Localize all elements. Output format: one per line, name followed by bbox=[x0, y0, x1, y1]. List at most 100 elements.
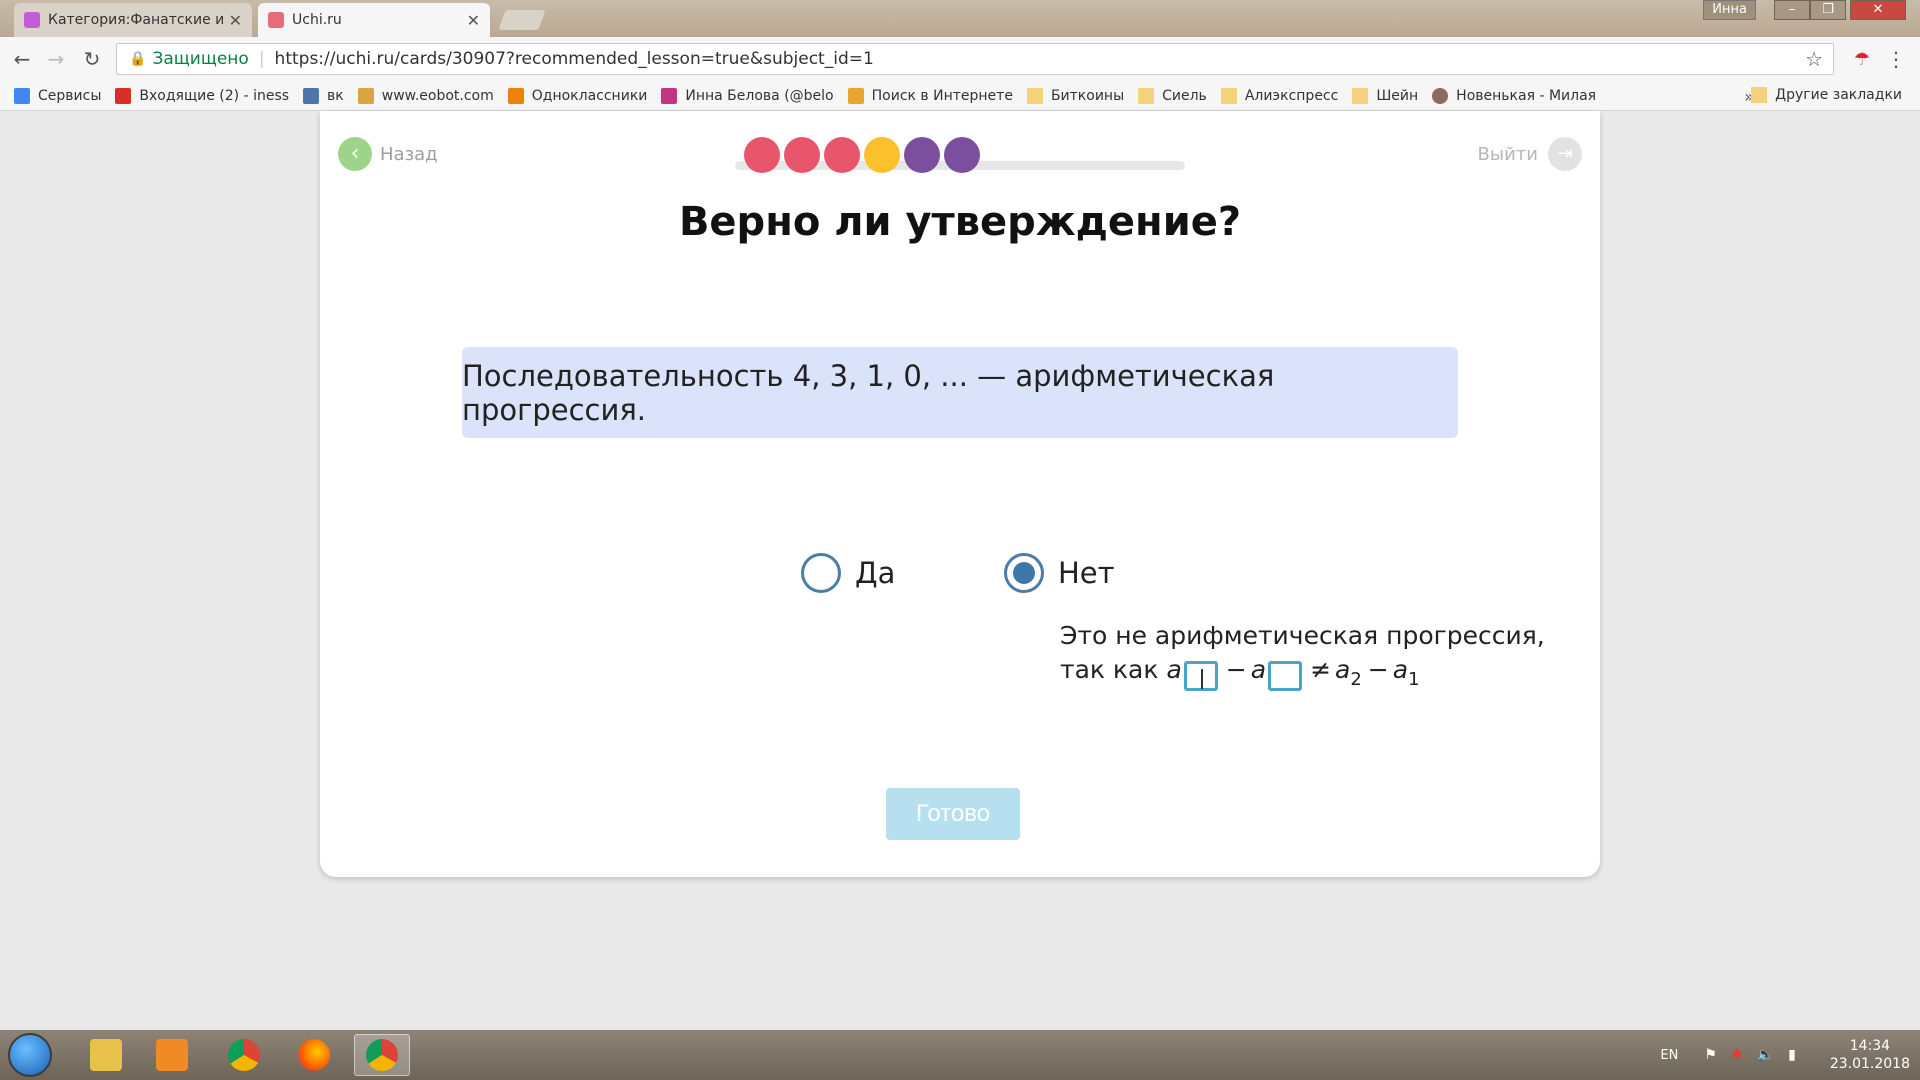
bookmark-item[interactable]: вк bbox=[303, 87, 344, 104]
bookmark-item[interactable]: Сиель bbox=[1138, 87, 1207, 104]
bookmark-item[interactable]: Одноклассники bbox=[507, 87, 648, 104]
maximize-button[interactable]: ❐ bbox=[1810, 0, 1846, 20]
language-indicator[interactable]: EN bbox=[1660, 1048, 1678, 1063]
folder-icon bbox=[1352, 87, 1369, 104]
option-no[interactable]: Нет bbox=[1004, 553, 1115, 593]
chrome-icon bbox=[228, 1039, 260, 1071]
bookmark-label: Сиель bbox=[1162, 87, 1207, 104]
apps-grid-icon bbox=[14, 87, 30, 104]
url-text[interactable]: https://uchi.ru/cards/30907?recommended_… bbox=[275, 49, 874, 69]
exit-link[interactable]: Выйти ⇥ bbox=[1478, 137, 1582, 171]
antivirus-icon[interactable]: ✱ bbox=[1731, 1047, 1743, 1063]
radio-yes[interactable] bbox=[801, 553, 841, 593]
done-button[interactable]: Готово bbox=[886, 788, 1020, 840]
formula-minus: − bbox=[1225, 655, 1247, 684]
exit-icon: ⇥ bbox=[1548, 137, 1582, 171]
index-input-2[interactable] bbox=[1268, 661, 1303, 691]
explanation-line: Это не арифметическая прогрессия, bbox=[1060, 621, 1545, 650]
security-label[interactable]: Защищено bbox=[152, 49, 248, 69]
bookmark-label: Одноклассники bbox=[531, 87, 648, 104]
uchi-favicon-icon bbox=[268, 12, 284, 28]
explanation-formula: так как a − a ≠ a 2 − a 1 bbox=[1060, 653, 1545, 691]
forward-arrow-icon[interactable]: → bbox=[44, 47, 68, 71]
lesson-card: ‹ Назад Выйти ⇥ Верно ли утверждение? По… bbox=[320, 111, 1600, 877]
browser-toolbar: ← → ↻ 🔒 Защищено | https://uchi.ru/cards… bbox=[0, 37, 1920, 81]
bookmark-label: Входящие (2) - iness bbox=[139, 87, 290, 104]
progress-dot bbox=[784, 137, 820, 173]
back-link[interactable]: ‹ Назад bbox=[338, 137, 438, 171]
search-icon bbox=[847, 87, 864, 104]
bookmark-item[interactable]: Биткоины bbox=[1026, 87, 1125, 104]
option-yes[interactable]: Да bbox=[801, 553, 895, 593]
address-bar[interactable]: 🔒 Защищено | https://uchi.ru/cards/30907… bbox=[116, 43, 1834, 75]
vk-icon bbox=[303, 87, 320, 104]
network-icon[interactable]: ▮ bbox=[1788, 1047, 1796, 1063]
folder-icon bbox=[1138, 87, 1155, 104]
lock-icon: 🔒 bbox=[129, 51, 147, 67]
start-button[interactable] bbox=[8, 1033, 52, 1077]
question-title: Верно ли утверждение? bbox=[678, 199, 1242, 245]
flag-icon[interactable]: ⚑ bbox=[1704, 1047, 1717, 1063]
firefox-taskbar-button[interactable] bbox=[286, 1034, 342, 1076]
statement-box: Последовательность 4, 3, 1, 0, ... — ари… bbox=[462, 347, 1458, 438]
radio-no[interactable] bbox=[1004, 553, 1044, 593]
bookmark-item[interactable]: Шейн bbox=[1352, 87, 1419, 104]
profile-button[interactable]: Инна bbox=[1703, 0, 1756, 20]
bookmark-label: Сервисы bbox=[38, 87, 102, 104]
bookmark-item[interactable]: Сервисы bbox=[14, 87, 102, 104]
folder-icon bbox=[1026, 87, 1043, 104]
statement-text: Последовательность 4, 3, 1, 0, ... — ари… bbox=[462, 358, 1275, 427]
formula-subscript: 2 bbox=[1350, 669, 1362, 690]
clock[interactable]: 14:34 23.01.2018 bbox=[1830, 1037, 1910, 1073]
explanation: Это не арифметическая прогрессия, так ка… bbox=[1060, 619, 1545, 691]
bookmark-label: Шейн bbox=[1376, 87, 1419, 104]
bookmark-item[interactable]: Алиэкспресс bbox=[1220, 87, 1338, 104]
minimize-button[interactable]: – bbox=[1774, 0, 1810, 20]
tab-uchi[interactable]: Uchi.ru ✕ bbox=[258, 3, 490, 37]
bookmark-item[interactable]: Поиск в Интернете bbox=[847, 87, 1013, 104]
umbrella-extension-icon[interactable]: ☂ bbox=[1854, 49, 1870, 70]
formula-minus: − bbox=[1367, 655, 1389, 684]
eobot-icon bbox=[357, 87, 374, 104]
heart-favicon-icon bbox=[24, 12, 40, 28]
explorer-taskbar-button[interactable] bbox=[78, 1034, 134, 1076]
formula-var: a bbox=[1335, 655, 1351, 684]
menu-dots-icon[interactable]: ⋮ bbox=[1886, 47, 1906, 71]
bookmark-item[interactable]: Входящие (2) - iness bbox=[115, 87, 290, 104]
chrome-taskbar-button[interactable] bbox=[216, 1034, 272, 1076]
avatar-icon bbox=[1432, 87, 1449, 104]
formula-subscript: 1 bbox=[1408, 669, 1420, 690]
chrome-active-taskbar-button[interactable] bbox=[354, 1034, 410, 1076]
index-input-1[interactable] bbox=[1183, 661, 1218, 691]
formula-prefix: так как bbox=[1060, 655, 1159, 684]
bookmark-label: вк bbox=[327, 87, 344, 104]
clock-date: 23.01.2018 bbox=[1829, 1056, 1910, 1072]
media-player-taskbar-button[interactable] bbox=[144, 1034, 200, 1076]
bookmark-item[interactable]: Новенькая - Милая bbox=[1432, 87, 1597, 104]
exit-label: Выйти bbox=[1477, 143, 1538, 165]
tab-fandom[interactable]: Категория:Фанатские и ✕ bbox=[14, 3, 252, 37]
progress-dot bbox=[864, 137, 900, 173]
other-bookmarks[interactable]: Другие закладки bbox=[1751, 87, 1902, 103]
formula-var: a bbox=[1166, 655, 1182, 684]
back-arrow-icon[interactable]: ← bbox=[10, 47, 34, 71]
progress-dot bbox=[944, 137, 980, 173]
formula-neq: ≠ bbox=[1310, 655, 1332, 684]
bookmark-star-icon[interactable]: ☆ bbox=[1805, 47, 1823, 71]
folder-icon bbox=[90, 1039, 122, 1071]
folder-icon bbox=[1220, 87, 1237, 104]
clock-time: 14:34 bbox=[1849, 1038, 1891, 1054]
bookmark-label: Биткоины bbox=[1050, 87, 1125, 104]
formula-var: a bbox=[1250, 655, 1267, 684]
bookmark-item[interactable]: www.eobot.com bbox=[357, 87, 494, 104]
close-tab-icon[interactable]: ✕ bbox=[467, 11, 480, 30]
reload-icon[interactable]: ↻ bbox=[80, 47, 104, 71]
bookmark-label: Поиск в Интернете bbox=[871, 87, 1013, 104]
close-window-button[interactable]: ✕ bbox=[1850, 0, 1906, 20]
bookmark-item[interactable]: Инна Белова (@belo bbox=[661, 87, 834, 104]
close-tab-icon[interactable]: ✕ bbox=[229, 11, 242, 30]
bookmark-label: Новенькая - Милая bbox=[1456, 87, 1597, 104]
volume-icon[interactable]: 🔈 bbox=[1757, 1047, 1774, 1063]
option-no-label: Нет bbox=[1058, 556, 1115, 590]
new-tab-button[interactable] bbox=[498, 10, 546, 30]
